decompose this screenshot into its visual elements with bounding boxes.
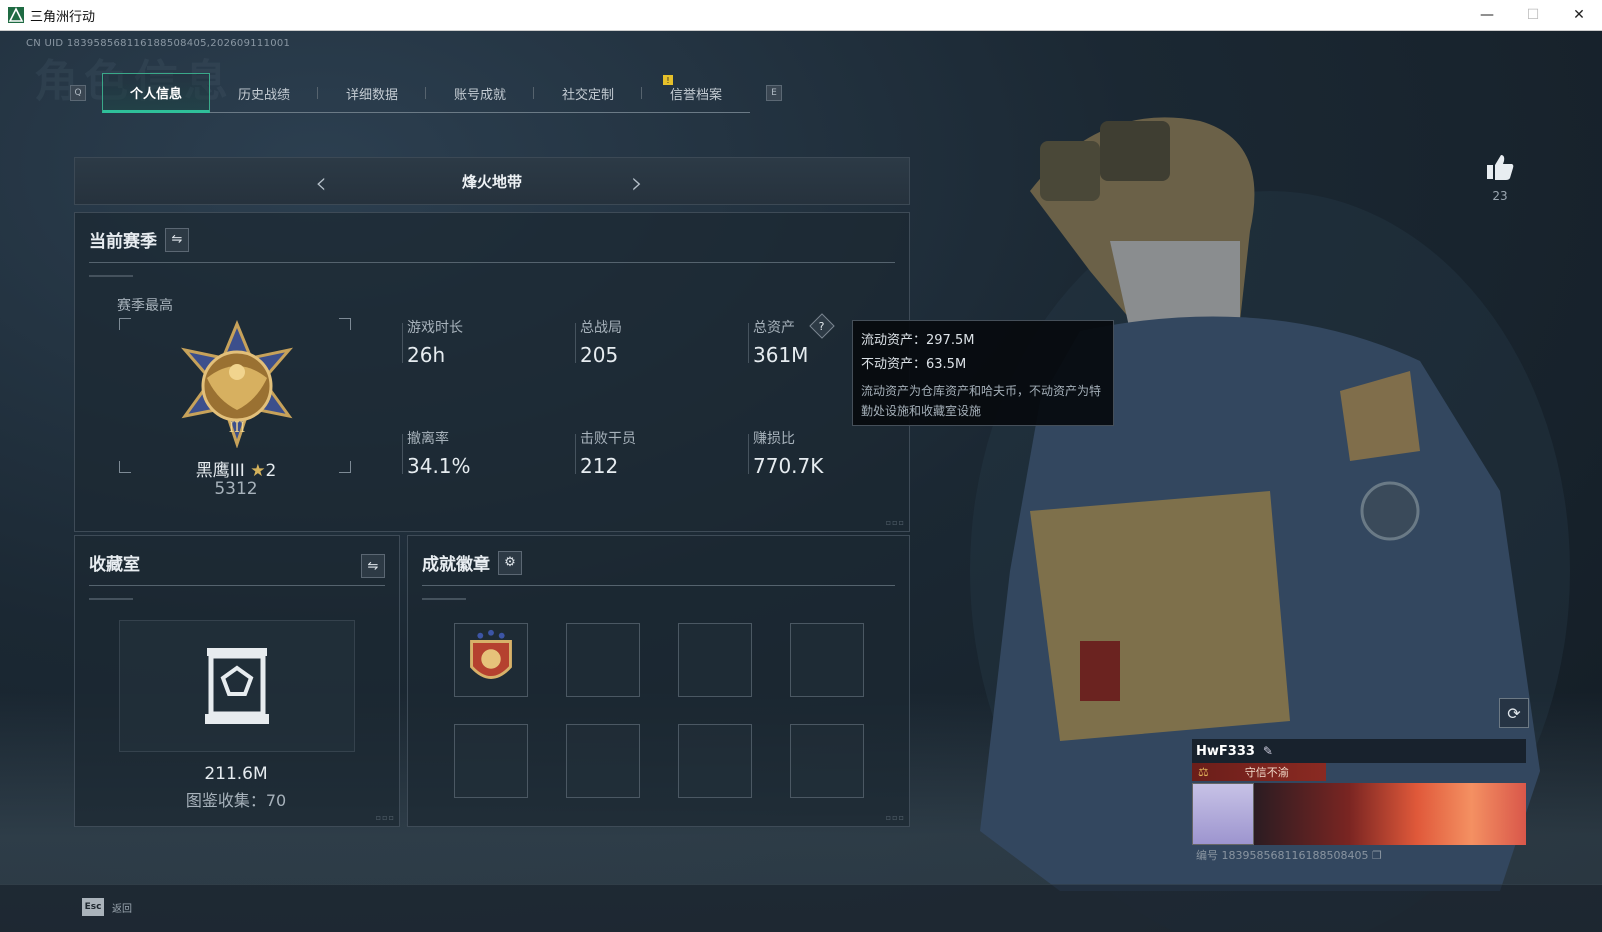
tab-label: 信誉档案 [669, 87, 722, 103]
mode-selector: ‹ 烽火地带 › [74, 157, 910, 205]
tooltip-description: 流动资产为仓库资产和哈夫币，不动资产为特勤处设施和收藏室设施 [861, 384, 1102, 418]
notification-badge: ! [663, 75, 673, 85]
scale-icon: ⚖ [1198, 765, 1209, 779]
player-card[interactable]: HwF333 ✎ ⚖ 守信不渝 [1192, 739, 1526, 847]
badge-slot[interactable] [678, 724, 752, 798]
app-logo-icon [8, 7, 24, 23]
tab-personal-info[interactable]: 个人信息 [102, 73, 210, 113]
player-banner [1254, 783, 1526, 845]
stat-label: 撤离率 [407, 431, 449, 447]
tab-prev-key[interactable]: Q [70, 85, 86, 101]
rank-score: 5312 [214, 479, 258, 499]
esc-key: Esc [82, 898, 104, 916]
season-panel: 当前赛季 ⇋ 赛季最高 III 黑鹰III ★2 5312 游戏时长 26h 总战… [74, 212, 910, 532]
badge-slot[interactable] [790, 623, 864, 697]
badge-slot[interactable] [454, 724, 528, 798]
stat-value: 770.7K [753, 454, 824, 478]
gear-icon[interactable]: ⚙ [498, 550, 522, 575]
uid-line: CN UID 183958568116188508405,20260911100… [26, 38, 291, 49]
vault-panel: 收藏室 ⇋ 211.6M 图鉴收集：70 ▫▫▫ [74, 535, 400, 827]
like-count: 23 [1492, 189, 1508, 203]
badge-slot[interactable] [790, 724, 864, 798]
maximize-button[interactable]: ☐ [1510, 0, 1556, 31]
tab-label: 社交定制 [561, 87, 614, 103]
bottom-bar [0, 884, 1602, 932]
tooltip-fixed-assets: 不动资产：63.5M [861, 357, 967, 372]
badge-shield-icon [470, 629, 512, 679]
copy-icon[interactable]: ❐ [1372, 849, 1382, 862]
mode-name: 烽火地带 [461, 172, 522, 191]
tooltip-liquid-assets: 流动资产：297.5M [861, 333, 975, 348]
panel-title: 收藏室 [89, 555, 140, 575]
close-button[interactable]: ✕ [1556, 0, 1602, 31]
stat-label: 赚损比 [753, 431, 795, 447]
tab-details[interactable]: 详细数据 [318, 73, 426, 113]
star-icon: ★ [250, 461, 266, 481]
avatar[interactable] [1192, 783, 1254, 845]
back-label: 返回 [112, 903, 132, 915]
tab-history[interactable]: 历史战绩 [210, 73, 318, 113]
window-title: 三角洲行动 [30, 9, 96, 25]
stat-label: 游戏时长 [407, 320, 463, 336]
help-icon[interactable]: ? [809, 313, 835, 339]
minimize-button[interactable]: — [1464, 0, 1510, 31]
back-button[interactable]: Esc 返回 [82, 898, 132, 916]
tab-label: 历史战绩 [237, 87, 290, 103]
stat-label: 总战局 [580, 320, 622, 336]
swap-button[interactable]: ⇋ [361, 554, 385, 578]
stat-value: 212 [580, 454, 619, 478]
tab-label: 个人信息 [129, 86, 182, 102]
tab-label: 详细数据 [345, 87, 398, 103]
badges-panel: 成就徽章 ⚙ ▫▫▫ [407, 535, 910, 827]
svg-text:III: III [229, 420, 246, 436]
vault-total-value: 211.6M [204, 764, 268, 784]
tab-credit[interactable]: 信誉档案 [642, 73, 750, 113]
window-titlebar: 三角洲行动 — ☐ ✕ [0, 0, 1602, 31]
stat-label: 总资产 [753, 320, 795, 336]
stat-value: 34.1% [407, 454, 471, 478]
game-screen: 角色信息 CN UID 183958568116188508405,202609… [0, 31, 1602, 932]
player-name: HwF333 [1196, 743, 1255, 759]
vault-cabinet-icon [205, 648, 269, 724]
badge-slot[interactable] [678, 623, 752, 697]
player-title-tag: ⚖ 守信不渝 [1192, 763, 1326, 781]
rank-medal-icon: III [180, 320, 294, 448]
tab-label: 账号成就 [453, 87, 506, 103]
stat-value: 26h [407, 343, 446, 367]
tab-navigation: Q 个人信息 历史战绩 详细数据 账号成就 社交定制 信誉档案 ! E [70, 71, 782, 115]
mode-next-button[interactable]: › [631, 166, 643, 201]
like-button[interactable]: 23 [1482, 153, 1518, 203]
edit-icon[interactable]: ✎ [1263, 744, 1273, 758]
rank-name: 黑鹰III ★2 [195, 461, 277, 481]
mode-prev-button[interactable]: ‹ [315, 166, 327, 201]
tab-social[interactable]: 社交定制 [534, 73, 642, 113]
stat-value: 361M [753, 343, 809, 367]
tab-achievements[interactable]: 账号成就 [426, 73, 534, 113]
player-id-line: 编号 183958568116188508405 ❐ [1196, 849, 1382, 862]
vault-collection-count: 图鉴收集：70 [185, 791, 287, 810]
tab-next-key[interactable]: E [766, 85, 782, 101]
thumbs-up-icon [1487, 155, 1514, 180]
badge-slot[interactable] [566, 623, 640, 697]
season-peak-label: 赛季最高 [117, 298, 173, 314]
badge-slot[interactable] [454, 623, 528, 697]
badge-slot[interactable] [566, 724, 640, 798]
panel-title: 当前赛季 [89, 232, 157, 252]
swap-button[interactable]: ⇋ [165, 227, 189, 252]
stat-label: 击败干员 [580, 431, 636, 447]
panel-title: 成就徽章 [422, 555, 490, 575]
assets-tooltip: 流动资产：297.5M 不动资产：63.5M 流动资产为仓库资产和哈夫币，不动资… [852, 320, 1114, 426]
tab-bar: 个人信息 历史战绩 详细数据 账号成就 社交定制 信誉档案 ! [102, 73, 750, 113]
rank-stars: 2 [265, 461, 277, 481]
refresh-icon[interactable]: ⟳ [1499, 698, 1529, 728]
stat-value: 205 [580, 343, 619, 367]
